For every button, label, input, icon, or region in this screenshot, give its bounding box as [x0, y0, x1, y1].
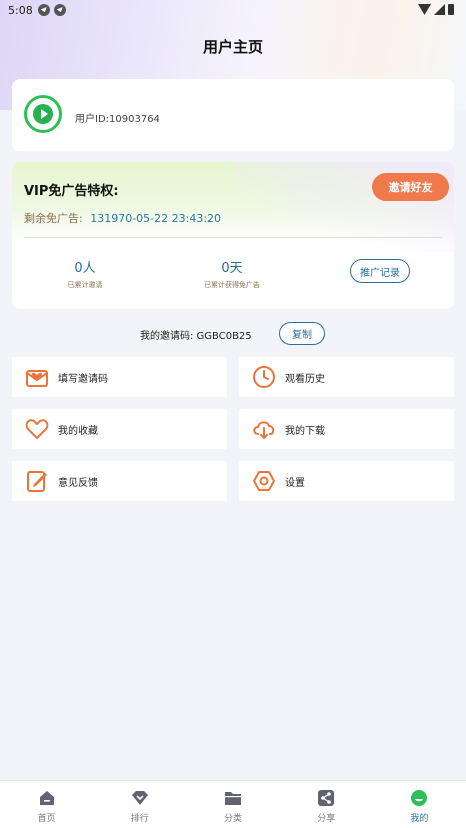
nav-label: 我的	[410, 814, 429, 824]
edit-note-icon	[24, 468, 50, 494]
wifi-icon	[418, 4, 431, 15]
invited-label: 已累计邀请	[67, 281, 103, 289]
menu-item-downloads[interactable]: 我的下载	[239, 409, 454, 449]
earned-stat: 0天 已累计获得免广告	[177, 257, 287, 290]
folder-icon	[224, 789, 242, 807]
nav-item-category[interactable]: 分类	[186, 781, 279, 828]
menu-item-settings[interactable]: 设置	[239, 461, 454, 501]
battery-icon	[448, 4, 454, 15]
invited-stat: 0人 已累计邀请	[30, 257, 140, 290]
nav-label: 分类	[224, 814, 243, 824]
share-icon	[317, 789, 335, 807]
vip-card: VIP免广告特权: 邀请好友 剩余免广告: 131970-05-22 23:43…	[12, 162, 454, 309]
status-bar: 5:08	[0, 0, 466, 20]
nav-item-share[interactable]: 分享	[280, 781, 373, 828]
promotion-record-button[interactable]: 推广记录	[350, 259, 410, 283]
nav-label: 排行	[130, 814, 149, 824]
mail-heart-icon	[24, 364, 50, 390]
menu-item-favorites[interactable]: 我的收藏	[12, 409, 227, 449]
clock-icon	[251, 364, 277, 390]
user-card[interactable]: 用户ID:10903764	[12, 79, 454, 151]
home-icon	[38, 789, 56, 807]
remain-label: 剩余免广告:	[24, 212, 83, 225]
divider	[24, 237, 442, 238]
menu-label: 设置	[285, 477, 305, 489]
profile-icon	[410, 789, 428, 807]
menu-item-feedback[interactable]: 意见反馈	[12, 461, 227, 501]
invite-code-row: 我的邀请码: GGBC0B25 复制	[0, 321, 466, 347]
vip-title: VIP免广告特权:	[24, 184, 119, 199]
heart-icon	[24, 416, 50, 442]
cloud-download-icon	[251, 416, 277, 442]
nav-item-mine[interactable]: 我的	[373, 781, 466, 828]
remain-row: 剩余免广告: 131970-05-22 23:43:20	[24, 210, 221, 226]
invited-count: 0人	[74, 261, 96, 276]
telegram-icon-2	[53, 4, 66, 16]
signal-icon	[434, 4, 445, 15]
earned-days: 0天	[221, 261, 243, 276]
telegram-icon	[37, 4, 50, 16]
diamond-icon	[131, 789, 149, 807]
menu-item-watch-history[interactable]: 观看历史	[239, 357, 454, 397]
copy-button[interactable]: 复制	[279, 322, 325, 345]
invite-code-text: 我的邀请码: GGBC0B25	[140, 331, 252, 342]
bottom-nav: 首页 排行 分类 分享 我的	[0, 780, 466, 828]
nav-item-home[interactable]: 首页	[0, 781, 93, 828]
nav-label: 首页	[37, 814, 56, 824]
menu-item-enter-invite-code[interactable]: 填写邀请码	[12, 357, 227, 397]
page-title: 用户主页	[202, 38, 263, 56]
menu-label: 填写邀请码	[58, 373, 108, 385]
menu-label: 我的收藏	[58, 425, 98, 437]
status-right	[418, 4, 454, 15]
menu-label: 我的下载	[285, 425, 325, 437]
earned-label: 已累计获得免广告	[204, 281, 260, 289]
menu-label: 意见反馈	[58, 477, 98, 489]
user-id: 用户ID:10903764	[75, 114, 160, 125]
remain-value: 131970-05-22 23:43:20	[90, 212, 222, 225]
hexagon-settings-icon	[251, 468, 277, 494]
invite-friends-button[interactable]: 邀请好友	[372, 173, 449, 201]
avatar[interactable]	[24, 95, 62, 133]
status-time: 5:08	[8, 3, 33, 17]
menu-label: 观看历史	[285, 373, 325, 385]
nav-label: 分享	[317, 814, 336, 824]
nav-item-ranking[interactable]: 排行	[93, 781, 186, 828]
